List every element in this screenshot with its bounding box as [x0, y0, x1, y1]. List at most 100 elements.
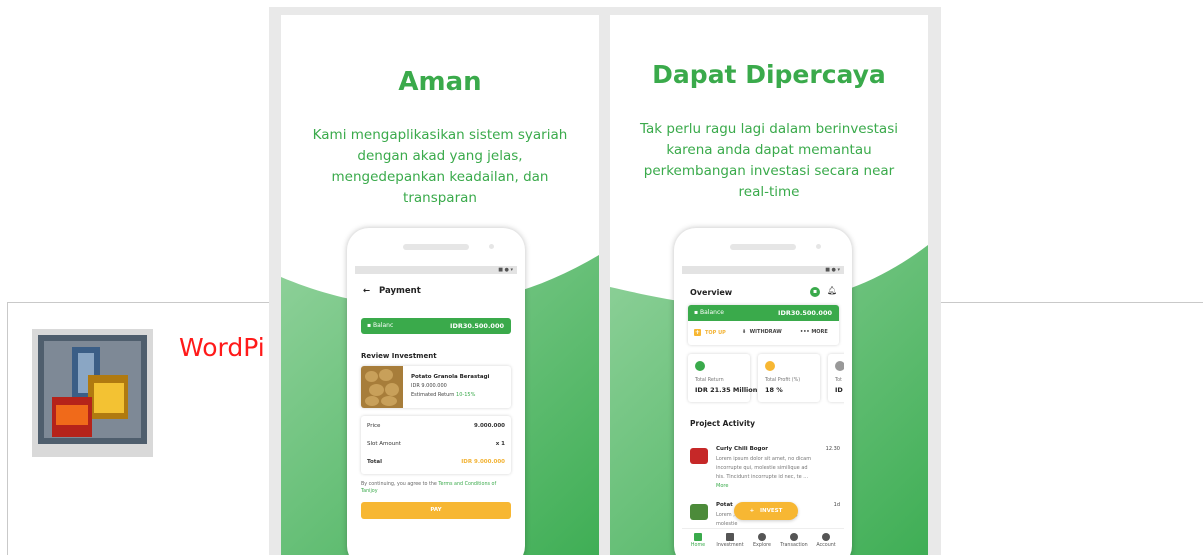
- nav-investment[interactable]: Investment: [716, 533, 744, 548]
- overview-screen: ■ ● ▾ Overview ▪ 🔔︎ ▪ Balance IDR30.500.…: [682, 266, 844, 555]
- price-row: Price 9.000.000: [367, 423, 505, 429]
- more-button[interactable]: ••• MORE: [800, 329, 828, 335]
- nav-label: Investment: [716, 543, 744, 548]
- promo-panel-dapat-dipercaya: Dapat Dipercaya Tak perlu ragu lagi dala…: [610, 15, 928, 555]
- app-logo[interactable]: [32, 329, 153, 457]
- withdraw-button[interactable]: ⬇ WITHDRAW: [742, 329, 782, 335]
- top-up-button[interactable]: + TOP UP: [694, 329, 726, 336]
- nav-label: Transaction: [780, 543, 808, 548]
- wallet-icon: ▪: [367, 322, 372, 329]
- total-row: Total IDR 9.000.000: [367, 459, 505, 465]
- review-investment-title: Review Investment: [361, 352, 437, 360]
- more-dots-icon: •••: [800, 329, 812, 335]
- action-label: TOP UP: [705, 330, 726, 336]
- terms-notice: By continuing, you agree to the Terms an…: [361, 481, 511, 495]
- back-arrow-icon[interactable]: ←: [363, 286, 370, 296]
- page: WordPi Aman Kami mengaplikasikan sistem …: [0, 0, 1203, 555]
- app-logo-inner: [44, 341, 141, 438]
- panel-description: Kami mengaplikasikan sistem syariah deng…: [312, 127, 568, 206]
- panel-description: Tak perlu ragu lagi dalam berinvestasi k…: [639, 121, 898, 200]
- product-name: Potato Granola Berastagi: [411, 374, 490, 380]
- phone-speaker: [403, 244, 469, 250]
- bottom-nav: Home Investment Explore Transaction Acco…: [682, 528, 844, 552]
- phone-mockup: ■ ● ▾ ← Payment ▪ Balanc IDR30.500.000 R…: [347, 228, 525, 555]
- transaction-icon: [790, 533, 798, 541]
- pay-button[interactable]: PAY: [361, 502, 511, 519]
- balance-value: IDR30.500.000: [450, 322, 504, 330]
- app-logo-gold-highlight: [94, 383, 124, 413]
- nav-label: Home: [690, 543, 706, 548]
- product-card[interactable]: Potato Granola Berastagi IDR 9.000.000 E…: [361, 366, 511, 408]
- row-label: Price: [367, 423, 381, 429]
- bell-icon[interactable]: 🔔︎: [827, 286, 837, 295]
- row-value: IDR 9.000.000: [461, 459, 505, 465]
- nav-label: Account: [816, 543, 836, 548]
- balance-label: Balance: [700, 309, 724, 316]
- promo-panel-aman: Aman Kami mengaplikasikan sistem syariah…: [281, 15, 599, 555]
- panel-title: Aman: [398, 67, 482, 97]
- balance-card: ▪ Balance IDR30.500.000 + TOP UP ⬇ WITHDR…: [688, 305, 839, 345]
- chat-icon[interactable]: ▪: [810, 287, 820, 297]
- payment-title: Payment: [379, 286, 421, 296]
- invest-button[interactable]: + INVEST: [734, 502, 798, 520]
- status-bar: ■ ● ▾: [682, 266, 844, 274]
- chili-image: [690, 448, 708, 464]
- plus-icon: +: [694, 329, 701, 336]
- stat-label: Total Profit (%): [765, 378, 801, 383]
- more-link[interactable]: More: [716, 483, 728, 489]
- balance-bar: ▪ Balance IDR30.500.000: [688, 305, 839, 321]
- plus-icon: +: [749, 508, 760, 514]
- activity-time: 12.30: [825, 446, 840, 452]
- app-title[interactable]: WordPi: [179, 333, 265, 362]
- stat-label: Tot: [835, 378, 842, 383]
- activity-time: 1d: [833, 502, 840, 508]
- status-bar: ■ ● ▾: [355, 266, 517, 274]
- balance-bar: ▪ Balanc IDR30.500.000: [361, 318, 511, 334]
- stat-value: ID: [835, 386, 843, 394]
- activity-name: Potat: [716, 502, 733, 508]
- phone-mockup: ■ ● ▾ Overview ▪ 🔔︎ ▪ Balance IDR30.500.…: [674, 228, 852, 555]
- activity-name: Curly Chili Bogor: [716, 446, 768, 452]
- action-label: WITHDRAW: [749, 329, 782, 335]
- stat-value: IDR 21.35 Million: [695, 386, 758, 394]
- chart-icon: [726, 533, 734, 541]
- nav-transaction[interactable]: Transaction: [780, 533, 808, 548]
- nav-account[interactable]: Account: [812, 533, 840, 548]
- trend-icon: [695, 361, 705, 371]
- stat-card-total-return: Total Return IDR 21.35 Million: [688, 354, 757, 402]
- stat-label: Total Return: [695, 378, 724, 383]
- panel-title: Dapat Dipercaya: [652, 60, 886, 89]
- stat-value: 18 %: [765, 386, 783, 394]
- trend-icon: [765, 361, 775, 371]
- row-value: x 1: [495, 441, 505, 447]
- phone-speaker: [730, 244, 796, 250]
- overview-title: Overview: [690, 288, 733, 297]
- download-icon: ⬇: [742, 329, 750, 335]
- row-value: 9.000.000: [474, 423, 505, 429]
- payment-screen: ■ ● ▾ ← Payment ▪ Balanc IDR30.500.000 R…: [355, 266, 517, 555]
- payment-header: ← Payment: [363, 286, 421, 296]
- app-logo-orange-highlight: [56, 405, 88, 425]
- estimated-return-label: Estimated Return: [411, 392, 455, 398]
- price-summary: Price 9.000.000 Slot Amount x 1 Total ID…: [361, 416, 511, 474]
- wallet-icon: ▪: [694, 309, 699, 316]
- stat-card-total-profit: Total Profit (%) 18 %: [758, 354, 820, 402]
- row-label: Slot Amount: [367, 441, 401, 447]
- trend-icon: [835, 361, 844, 371]
- action-label: MORE: [811, 329, 828, 335]
- activity-body: Lorem ipsum dolor sit amet, no dicam inc…: [716, 456, 812, 480]
- promo-screenshot: Aman Kami mengaplikasikan sistem syariah…: [269, 7, 941, 555]
- balance-label: Balanc: [373, 322, 394, 329]
- product-price: IDR 9.000.000: [411, 383, 447, 389]
- terms-text: By continuing, you agree to the: [361, 482, 437, 487]
- potato-image: [361, 366, 403, 408]
- potato-plant-image: [690, 504, 708, 520]
- estimated-return-value: 10-15%: [456, 392, 476, 398]
- nav-home[interactable]: Home: [684, 533, 712, 548]
- phone-camera: [489, 244, 494, 249]
- stat-card-partial: Tot ID: [828, 354, 844, 402]
- nav-explore[interactable]: Explore: [748, 533, 776, 548]
- home-icon: [694, 533, 702, 541]
- account-icon: [822, 533, 830, 541]
- activity-text: Lorem ipsum dolor sit amet, no dicam inc…: [716, 455, 814, 491]
